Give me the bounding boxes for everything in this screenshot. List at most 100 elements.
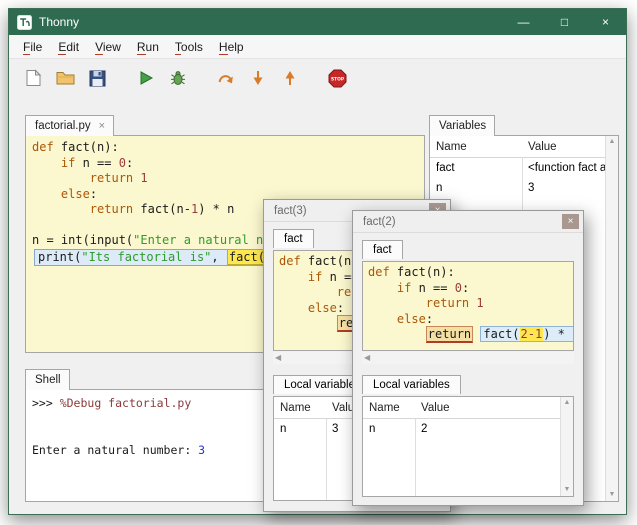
menu-bar: File Edit View Run Tools Help — [9, 35, 626, 59]
code-token — [32, 187, 61, 201]
frame-tab-fact[interactable]: fact — [273, 229, 314, 248]
locals-scrollbar[interactable]: ▲ ▼ — [560, 397, 573, 496]
menu-run[interactable]: Run — [129, 36, 167, 58]
locals-header: Name Value — [363, 397, 573, 419]
code-token — [32, 202, 90, 216]
run-script-button[interactable] — [133, 66, 158, 91]
close-button[interactable]: × — [585, 9, 626, 35]
code-token: 2-1 — [520, 327, 544, 341]
column-header-value: Value — [415, 402, 573, 414]
code-token — [279, 316, 337, 330]
new-file-icon — [25, 69, 42, 87]
code-token: 1 — [476, 296, 483, 310]
window-title: Thonny — [39, 15, 79, 29]
run-icon — [138, 70, 154, 86]
variables-scrollbar[interactable]: ▲ ▼ — [605, 136, 618, 501]
frame-title: fact(2) — [363, 216, 396, 228]
tab-shell[interactable]: Shell — [25, 369, 70, 390]
column-header-name: Name — [363, 402, 415, 414]
accel-letter: F — [23, 40, 30, 55]
frame-tab-fact[interactable]: fact — [362, 240, 403, 259]
step-out-button[interactable] — [277, 66, 302, 91]
menu-tools[interactable]: Tools — [167, 36, 211, 58]
accel-letter: E — [58, 40, 66, 55]
scroll-up-icon[interactable]: ▲ — [609, 138, 616, 146]
code-token: fact( — [483, 327, 519, 341]
code-token — [368, 312, 397, 326]
variable-value: 3 — [522, 182, 618, 194]
scroll-down-icon[interactable]: ▼ — [609, 491, 616, 499]
code-token: else — [61, 187, 90, 201]
stop-icon: STOP — [328, 69, 347, 88]
debug-bug-icon — [170, 70, 186, 86]
code-token: ) * n — [198, 202, 234, 216]
frame-locals-tab-row: Local variables — [353, 364, 583, 396]
code-token: 1 — [140, 171, 147, 185]
table-row[interactable]: n 2 — [363, 419, 573, 439]
frame-tab-row: fact — [353, 233, 583, 261]
code-token: : — [126, 156, 133, 170]
step-into-button[interactable] — [245, 66, 270, 91]
code-token: fact(n- — [133, 202, 191, 216]
menu-help[interactable]: Help — [211, 36, 252, 58]
frame-close-button[interactable]: × — [562, 214, 579, 229]
stack-frame-window-fact2[interactable]: fact(2) × fact def fact(n): if n == 0: r… — [352, 210, 584, 506]
code-line: return 1 — [368, 296, 568, 312]
code-token: fact(n): — [54, 140, 119, 154]
code-line: else: — [368, 312, 568, 328]
scroll-left-icon[interactable]: ◀ — [364, 354, 370, 362]
code-token: return — [90, 202, 133, 216]
scroll-left-icon[interactable]: ◀ — [275, 354, 281, 362]
frame-tab-local-variables[interactable]: Local variables — [362, 375, 461, 394]
table-row[interactable]: fact <function fact a — [430, 158, 618, 178]
tab-factorial-py[interactable]: factorial.py × — [25, 115, 114, 136]
menu-view[interactable]: View — [87, 36, 129, 58]
code-token: fact(n): — [390, 265, 455, 279]
menu-file[interactable]: File — [15, 36, 50, 58]
code-token: n == — [411, 281, 454, 295]
frame-title-bar[interactable]: fact(2) × — [353, 211, 583, 233]
frame-code-view[interactable]: def fact(n): if n == 0: return 1 else: r… — [362, 261, 574, 351]
column-header-name: Name — [274, 402, 326, 414]
code-token: 0 — [119, 156, 126, 170]
minimize-button[interactable]: — — [503, 9, 544, 35]
stop-button[interactable]: STOP — [325, 66, 350, 91]
toolbar: STOP — [9, 59, 626, 97]
code-token: else — [397, 312, 426, 326]
scroll-up-icon[interactable]: ▲ — [564, 399, 571, 407]
code-line: if n == 0: — [368, 281, 568, 297]
code-token: : — [337, 301, 344, 315]
maximize-button[interactable]: □ — [544, 9, 585, 35]
step-over-icon — [217, 70, 235, 86]
open-file-button[interactable] — [53, 66, 78, 91]
code-token: return — [90, 171, 133, 185]
code-line: if n == 0: — [32, 156, 418, 172]
variable-name: fact — [430, 162, 522, 174]
menu-edit[interactable]: Edit — [50, 36, 87, 58]
code-line: def fact(n): — [32, 140, 418, 156]
code-token: 3 — [198, 443, 205, 457]
code-token: fact(2-1) * n — [480, 326, 574, 342]
frame-locals-table: Name Value n 2 ▲ ▼ — [362, 396, 574, 497]
frame-h-scrollbar[interactable]: ◀ — [362, 352, 574, 364]
code-token: : — [426, 312, 433, 326]
code-token: Enter a natural number: — [32, 443, 198, 457]
code-token — [279, 285, 337, 299]
code-line: print("Its factorial is", fact(3)) — [34, 249, 294, 267]
code-token: >>> — [32, 396, 60, 410]
save-file-button[interactable] — [85, 66, 110, 91]
new-file-button[interactable] — [21, 66, 46, 91]
code-line: return 1 — [32, 171, 418, 187]
window-controls: — □ × — [503, 9, 626, 35]
table-row[interactable]: n 3 — [430, 178, 618, 198]
code-token — [32, 171, 90, 185]
tab-close-icon[interactable]: × — [99, 120, 105, 132]
code-token: return — [426, 326, 473, 343]
step-over-button[interactable] — [213, 66, 238, 91]
tab-variables[interactable]: Variables — [429, 115, 495, 136]
code-token: %Debug factorial.py — [60, 396, 192, 410]
debug-script-button[interactable] — [165, 66, 190, 91]
scroll-down-icon[interactable]: ▼ — [564, 486, 571, 494]
code-token — [32, 156, 61, 170]
title-bar[interactable]: Thonny — □ × — [9, 9, 626, 35]
